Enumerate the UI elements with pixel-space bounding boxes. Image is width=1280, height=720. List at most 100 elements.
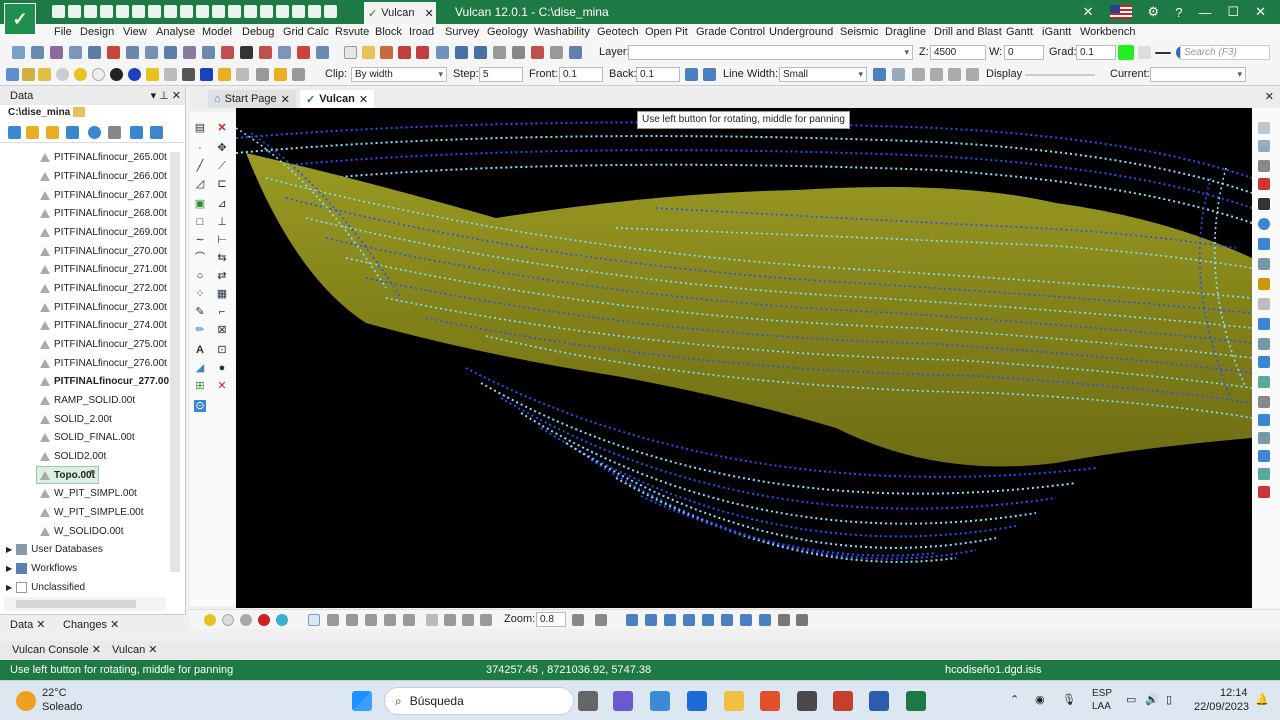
tool-icon[interactable] <box>146 68 159 81</box>
tool-icon[interactable] <box>531 46 544 59</box>
open-folder-icon[interactable] <box>362 46 375 59</box>
tool-icon[interactable] <box>108 126 121 139</box>
image-icon[interactable]: ▣ <box>194 198 206 210</box>
refresh-icon[interactable] <box>88 126 101 139</box>
menu-drill-and-blast[interactable]: Drill and Blast <box>934 26 1002 38</box>
tool-icon[interactable] <box>480 614 492 626</box>
grid-icon[interactable] <box>66 126 79 139</box>
tool-icon[interactable] <box>278 46 291 59</box>
chat-icon[interactable] <box>613 691 633 711</box>
line-icon[interactable]: ╱ <box>194 160 206 172</box>
tab-changes[interactable]: Changes ✕ <box>63 618 119 631</box>
tool-icon[interactable] <box>1258 432 1270 444</box>
tool-icon[interactable]: ⊠ <box>216 324 228 336</box>
menu-geology[interactable]: Geology <box>487 26 528 38</box>
tool-icon[interactable] <box>1258 338 1270 350</box>
step-input[interactable]: 5 <box>479 67 523 82</box>
close-icon[interactable]: ✕ <box>281 93 290 106</box>
tool-icon[interactable] <box>796 614 808 626</box>
tool-icon[interactable] <box>1258 258 1270 270</box>
menu-underground[interactable]: Underground <box>769 26 833 38</box>
z-input[interactable]: 4500 <box>930 45 986 60</box>
flag-icon[interactable] <box>1109 5 1132 19</box>
expand-icon[interactable]: ▶ <box>6 545 12 554</box>
sphere-icon[interactable]: ● <box>216 362 228 374</box>
brave-icon[interactable] <box>760 691 780 711</box>
menu-dragline[interactable]: Dragline <box>885 26 926 38</box>
tool-icon[interactable] <box>259 46 272 59</box>
quick-icon[interactable] <box>228 5 241 18</box>
tool-icon[interactable] <box>462 614 474 626</box>
tool-icon[interactable] <box>1258 396 1270 408</box>
tool-icon[interactable] <box>1258 486 1270 498</box>
tool-icon[interactable]: ⇆ <box>216 252 228 264</box>
quick-icon[interactable] <box>260 5 273 18</box>
menu-view[interactable]: View <box>123 26 147 38</box>
tool-icon[interactable] <box>1258 298 1270 310</box>
linewidth-select[interactable]: Small <box>779 67 867 82</box>
menu-analyse[interactable]: Analyse <box>156 26 195 38</box>
tool-icon[interactable] <box>346 614 358 626</box>
tool-icon[interactable]: ⊢ <box>216 234 228 246</box>
tool-icon[interactable]: ▦ <box>216 288 228 300</box>
tree-item[interactable]: SOLID_FINAL.00t <box>40 428 135 446</box>
file-explorer-icon[interactable] <box>724 691 744 711</box>
sphere-icon[interactable] <box>258 614 270 626</box>
tool-icon[interactable] <box>1258 160 1270 172</box>
menu-design[interactable]: Design <box>80 26 114 38</box>
menu-gantt[interactable]: Gantt <box>1006 26 1033 38</box>
folder-icon[interactable] <box>73 107 86 118</box>
tool-icon[interactable] <box>1258 278 1270 290</box>
tool-icon[interactable]: ⌐ <box>216 306 228 318</box>
quick-icon[interactable] <box>212 5 225 18</box>
tool-icon[interactable] <box>1258 468 1270 480</box>
quick-icon[interactable] <box>196 5 209 18</box>
network-icon[interactable]: ◉ <box>1035 693 1045 706</box>
tool-icon[interactable] <box>50 46 63 59</box>
volume-icon[interactable]: 🔊 <box>1145 693 1159 706</box>
tool-icon[interactable] <box>1258 218 1270 230</box>
tree-item[interactable]: PITFINALfinocur_271.00t <box>40 260 167 278</box>
tool-icon[interactable] <box>202 46 215 59</box>
new-file-icon[interactable] <box>344 46 357 59</box>
tree-item[interactable]: PITFINALfinocur_269.00t <box>40 223 167 241</box>
tool-icon[interactable] <box>912 68 925 81</box>
tool-icon[interactable] <box>1258 198 1270 210</box>
tree-item[interactable]: PITFINALfinocur_275.00t <box>40 335 167 353</box>
tool-icon[interactable] <box>22 68 35 81</box>
tool-icon[interactable] <box>426 614 438 626</box>
battery-icon[interactable]: ▯ <box>1166 693 1172 706</box>
sphere-icon[interactable] <box>128 68 141 81</box>
delete-icon[interactable]: ✕ <box>216 122 228 134</box>
quick-icon[interactable] <box>292 5 305 18</box>
tree-item[interactable]: PITFINALfinocur_274.00t <box>40 316 167 334</box>
tool-icon[interactable] <box>126 46 139 59</box>
menu-debug[interactable]: Debug <box>242 26 274 38</box>
grid-icon[interactable]: ⁘ <box>194 288 206 300</box>
view-cube-icon[interactable] <box>702 614 714 626</box>
chrome-icon[interactable] <box>797 691 817 711</box>
tool-icon[interactable] <box>403 614 415 626</box>
maximize-icon[interactable]: ☐ <box>1227 4 1239 20</box>
tool-icon[interactable]: ⊙ <box>194 400 206 412</box>
tool-icon[interactable] <box>569 46 582 59</box>
tool-icon[interactable] <box>398 46 411 59</box>
tool-icon[interactable] <box>930 68 943 81</box>
tool-icon[interactable] <box>685 68 698 81</box>
tool-icon[interactable] <box>69 46 82 59</box>
tab-vulcan-console[interactable]: Vulcan Console ✕ <box>12 643 101 656</box>
tool-icon[interactable] <box>164 46 177 59</box>
view-cube-icon[interactable] <box>740 614 752 626</box>
tool-icon[interactable] <box>1258 140 1270 152</box>
sphere-icon[interactable] <box>110 68 123 81</box>
vertical-scrollbar[interactable] <box>170 152 180 572</box>
current-select[interactable] <box>1150 67 1246 82</box>
folder-icon[interactable] <box>26 126 39 139</box>
tool-icon[interactable] <box>595 614 607 626</box>
minimize-icon[interactable]: — <box>1198 5 1211 20</box>
tool-icon[interactable] <box>436 46 449 59</box>
undo-icon[interactable] <box>455 46 468 59</box>
quick-icon[interactable] <box>68 5 81 18</box>
window-tab-vulcan[interactable]: ✓ Vulcan ✕ <box>364 2 436 24</box>
sphere-icon[interactable] <box>74 68 87 81</box>
